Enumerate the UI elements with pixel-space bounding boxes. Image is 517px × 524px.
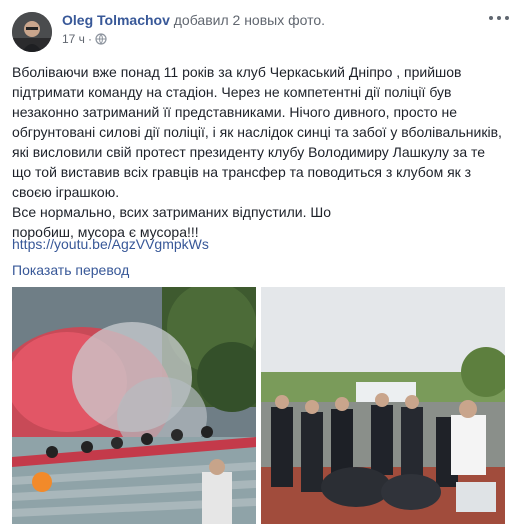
post-text: Вболіваючи вже понад 11 років за клуб Че…	[12, 62, 507, 242]
photo-grid	[12, 287, 505, 524]
post-meta: 17 ч ·	[62, 32, 107, 46]
globe-icon[interactable]	[95, 33, 107, 45]
author-avatar[interactable]	[12, 12, 52, 52]
youtube-link[interactable]: https://youtu.be/AgzVVgmpkWs	[12, 235, 209, 253]
post-timestamp[interactable]: 17 ч	[62, 32, 85, 46]
post-action: добавил 2 новых фото.	[173, 12, 326, 28]
facebook-post: Oleg Tolmachov добавил 2 новых фото. 17 …	[0, 0, 517, 524]
author-name[interactable]: Oleg Tolmachov	[62, 12, 170, 28]
meta-separator: ·	[87, 32, 92, 46]
show-translation-link[interactable]: Показать перевод	[12, 261, 129, 279]
avatar-image	[12, 12, 52, 52]
photo-fans-flares[interactable]	[12, 287, 256, 524]
post-text-paragraph: Вболіваючи вже понад 11 років за клуб Че…	[12, 64, 502, 200]
more-options-icon[interactable]	[489, 10, 509, 26]
post-header: Oleg Tolmachov добавил 2 новых фото.	[62, 11, 325, 29]
post-text-line: Все нормально, всих затриманих відпустил…	[12, 204, 332, 220]
photo-police-detention[interactable]	[261, 287, 505, 524]
